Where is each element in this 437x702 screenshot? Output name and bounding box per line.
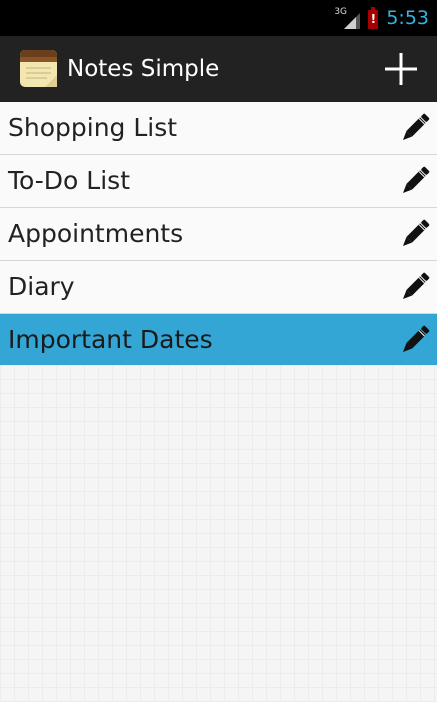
- note-item-to-do-list[interactable]: To-Do List: [0, 155, 437, 208]
- app-title: Notes Simple: [67, 56, 220, 82]
- pencil-icon[interactable]: [399, 271, 431, 303]
- empty-list-area: [0, 365, 437, 702]
- note-item-important-dates[interactable]: Important Dates: [0, 314, 437, 367]
- status-bar: 3G ! 5:53: [0, 0, 437, 36]
- note-title: Important Dates: [8, 325, 213, 354]
- status-clock: 5:53: [386, 7, 429, 29]
- note-item-appointments[interactable]: Appointments: [0, 208, 437, 261]
- note-title: Appointments: [8, 219, 184, 248]
- note-item-shopping-list[interactable]: Shopping List: [0, 102, 437, 155]
- notepad-icon[interactable]: [19, 48, 58, 88]
- signal-icon: 3G: [334, 7, 361, 29]
- pencil-icon[interactable]: [399, 112, 431, 144]
- pencil-icon[interactable]: [399, 218, 431, 250]
- action-bar: Notes Simple: [0, 36, 437, 102]
- battery-alert-icon: !: [368, 7, 379, 29]
- notes-list: Shopping List To-Do List Appointments Di…: [0, 102, 437, 367]
- pencil-icon[interactable]: [399, 165, 431, 197]
- status-icons: 3G ! 5:53: [334, 0, 429, 36]
- note-title: To-Do List: [8, 166, 130, 195]
- note-title: Shopping List: [8, 113, 178, 142]
- note-item-diary[interactable]: Diary: [0, 261, 437, 314]
- plus-icon[interactable]: [383, 51, 419, 87]
- note-title: Diary: [8, 272, 75, 301]
- pencil-icon[interactable]: [399, 324, 431, 356]
